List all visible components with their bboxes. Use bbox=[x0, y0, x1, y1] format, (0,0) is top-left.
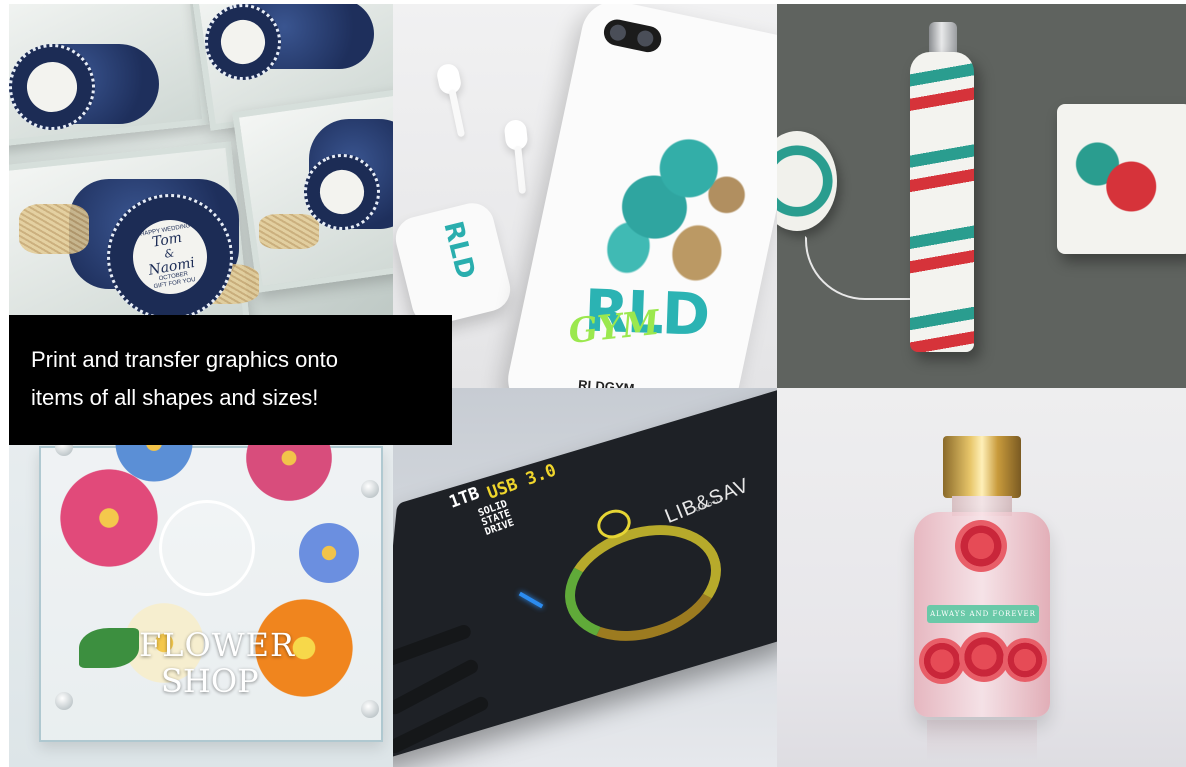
phone-brand-text: RLDGYM bbox=[577, 377, 635, 388]
standoff-bolt bbox=[361, 480, 379, 498]
flower bbox=[294, 518, 364, 588]
perfume-label-band: ALWAYS AND FOREVER bbox=[927, 605, 1039, 623]
straw-filler bbox=[259, 214, 319, 249]
koi-print-panel bbox=[1057, 104, 1186, 254]
koi-bottle-photo bbox=[777, 4, 1186, 388]
perfume-cap bbox=[943, 436, 1021, 498]
caption-line-1: Print and transfer graphics onto bbox=[31, 347, 338, 372]
phone-case: RLD GYM RLDGYM bbox=[501, 4, 777, 388]
straw-filler bbox=[19, 204, 89, 254]
rose-print bbox=[1003, 638, 1047, 682]
bottle-cap bbox=[929, 22, 957, 56]
bottle-reflection bbox=[927, 720, 1037, 760]
camera-module bbox=[601, 17, 664, 55]
earbud-case: RLD bbox=[393, 198, 515, 330]
standoff-bolt bbox=[55, 692, 73, 710]
flower-shop-emblem bbox=[159, 500, 255, 596]
sign-word-1: FLOWER bbox=[139, 626, 296, 664]
caption-box: Print and transfer graphics onto items o… bbox=[9, 315, 452, 445]
koi-water-bottle bbox=[910, 52, 974, 352]
earbud-case-logo: RLD bbox=[437, 218, 481, 283]
rose-print bbox=[955, 520, 1007, 572]
leaf bbox=[79, 628, 139, 668]
sign-word-2: SHOP bbox=[161, 662, 259, 700]
caption-line-2: items of all shapes and sizes! bbox=[31, 385, 319, 410]
perfume-label-text: ALWAYS AND FOREVER bbox=[930, 610, 1036, 618]
perfume-bottle-photo: ALWAYS AND FOREVER bbox=[777, 388, 1186, 767]
runner-graphic bbox=[571, 96, 775, 308]
round-tin bbox=[777, 131, 837, 231]
earbud bbox=[435, 62, 463, 96]
earbud bbox=[503, 118, 529, 152]
rose-print bbox=[919, 638, 965, 684]
rose-print bbox=[959, 632, 1009, 682]
standoff-bolt bbox=[361, 700, 379, 718]
flower bbox=[54, 463, 164, 573]
